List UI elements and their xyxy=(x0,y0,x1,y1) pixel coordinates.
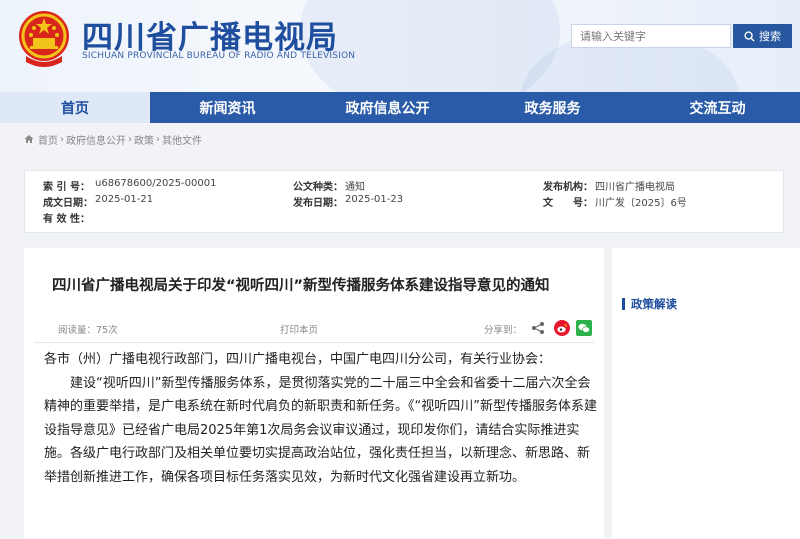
article-salutation: 各市（州）广播电视行政部门，四川广播电视台，中国广电四川分公司，有关行业协会： xyxy=(44,352,552,367)
search-button-label: 搜索 xyxy=(759,30,781,43)
heading-bar xyxy=(622,298,625,310)
document-metadata: 索 引 号： u68678600/2025-00001 公文种类： 通知 发布机… xyxy=(24,170,784,233)
nav-item-home[interactable]: 首页 xyxy=(0,92,150,123)
weibo-icon[interactable] xyxy=(554,320,570,336)
breadcrumb-home[interactable]: 首页 xyxy=(38,132,58,147)
search-button[interactable]: 搜索 xyxy=(733,24,792,48)
article-paragraph: 建设“视听四川”新型传播服务体系，是贯彻落实党的二十届三中全会和省委十二届六次全… xyxy=(44,375,597,485)
docno-label: 文 号： xyxy=(543,198,593,209)
breadcrumb-policy[interactable]: 政策 xyxy=(134,132,154,147)
search-input[interactable] xyxy=(571,24,731,48)
article-toolbar: 阅读量：75次 打印本页 分享到： xyxy=(24,316,604,342)
issuer-value: 四川省广播电视局 xyxy=(595,182,675,193)
validity-label: 有 效 性： xyxy=(43,214,90,225)
main-nav: 首页 新闻资讯 政府信息公开 政务服务 交流互动 xyxy=(0,92,800,123)
index-value: u68678600/2025-00001 xyxy=(95,178,217,189)
site-header: 四川省广播电视局 SICHUAN PROVINCIAL BUREAU OF RA… xyxy=(0,0,800,92)
share-label: 分享到： xyxy=(484,325,523,336)
home-icon xyxy=(24,135,34,143)
breadcrumb-gov-info[interactable]: 政府信息公开 xyxy=(66,132,126,147)
doc-type-value: 通知 xyxy=(345,182,365,193)
nav-item-news[interactable]: 新闻资讯 xyxy=(150,92,305,123)
policy-interpretation-heading[interactable]: 政策解读 xyxy=(622,296,677,312)
nav-item-gov-info[interactable]: 政府信息公开 xyxy=(305,92,470,123)
nav-item-interaction[interactable]: 交流互动 xyxy=(635,92,800,123)
issuer-label: 发布机构： xyxy=(543,182,593,193)
toolbar-divider xyxy=(34,342,594,343)
date-value: 2025-01-21 xyxy=(95,194,154,205)
policy-interpretation-label: 政策解读 xyxy=(631,297,677,311)
header-decoration xyxy=(300,0,560,92)
wechat-icon[interactable] xyxy=(576,320,592,336)
breadcrumb-separator: › xyxy=(156,133,160,145)
print-page-link[interactable]: 打印本页 xyxy=(280,322,318,336)
breadcrumb-separator: › xyxy=(128,133,132,145)
search-icon xyxy=(744,30,755,42)
publish-label: 发布日期： xyxy=(293,198,343,209)
article-title: 四川省广播电视局关于印发“视听四川”新型传播服务体系建设指导意见的通知 xyxy=(52,278,550,294)
breadcrumb-other-docs[interactable]: 其他文件 xyxy=(162,132,202,147)
docno-value: 川广发〔2025〕6号 xyxy=(595,198,687,209)
doc-type-label: 公文种类： xyxy=(293,182,343,193)
date-label: 成文日期： xyxy=(43,198,93,209)
breadcrumb: 首页 › 政府信息公开 › 政策 › 其他文件 xyxy=(24,131,202,147)
sidebar: 政策解读 xyxy=(612,248,800,539)
share-icon[interactable] xyxy=(530,320,546,336)
breadcrumb-separator: › xyxy=(60,133,64,145)
nav-item-services[interactable]: 政务服务 xyxy=(470,92,635,123)
index-label: 索 引 号： xyxy=(43,182,90,193)
view-count: 阅读量：75次 xyxy=(58,325,118,336)
site-subtitle: SICHUAN PROVINCIAL BUREAU OF RADIO AND T… xyxy=(82,51,356,61)
national-emblem-icon xyxy=(19,11,69,67)
article-content: 四川省广播电视局关于印发“视听四川”新型传播服务体系建设指导意见的通知 阅读量：… xyxy=(24,248,604,539)
publish-value: 2025-01-23 xyxy=(345,194,404,205)
article-body: 各市（州）广播电视行政部门，四川广播电视台，中国广电四川分公司，有关行业协会： … xyxy=(44,348,597,490)
